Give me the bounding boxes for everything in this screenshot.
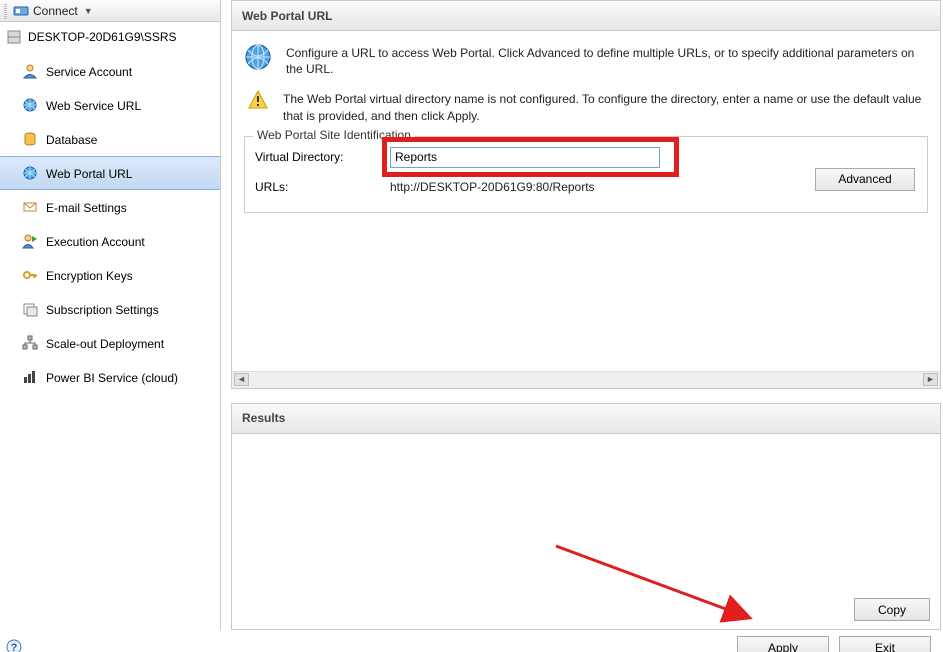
virtual-directory-input[interactable] xyxy=(390,147,660,168)
apply-button[interactable]: Apply xyxy=(737,636,829,652)
globe-icon xyxy=(244,43,272,71)
sidebar-item-subscription-settings[interactable]: Subscription Settings xyxy=(0,292,220,326)
exit-button[interactable]: Exit xyxy=(839,636,931,652)
urls-label: URLs: xyxy=(255,180,390,194)
user-run-icon xyxy=(22,233,38,249)
sidebar-item-label: Encryption Keys xyxy=(46,269,133,283)
sidebar-item-label: Database xyxy=(46,133,97,147)
main-panel: Web Portal URL Configure a URL to access… xyxy=(231,0,941,389)
sidebar-item-web-portal-url[interactable]: Web Portal URL xyxy=(0,156,220,190)
sidebar-item-encryption-keys[interactable]: Encryption Keys xyxy=(0,258,220,292)
fieldset-legend: Web Portal Site Identification xyxy=(253,128,415,142)
globe-icon xyxy=(22,165,38,181)
connect-menu[interactable]: Connect ▼ xyxy=(0,0,220,22)
mail-icon xyxy=(22,199,38,215)
user-icon xyxy=(22,63,38,79)
scaleout-icon xyxy=(22,335,38,351)
sidebar-item-service-account[interactable]: Service Account xyxy=(0,54,220,88)
sidebar-item-label: E-mail Settings xyxy=(46,201,127,215)
sidebar-item-label: Service Account xyxy=(46,65,132,79)
main-panel-title: Web Portal URL xyxy=(232,1,940,31)
horizontal-scrollbar[interactable]: ◄ ► xyxy=(232,371,940,388)
sidebar-item-email-settings[interactable]: E-mail Settings xyxy=(0,190,220,224)
sidebar-item-label: Subscription Settings xyxy=(46,303,159,317)
site-identification-group: Web Portal Site Identification Virtual D… xyxy=(244,136,928,213)
sidebar: Connect ▼ DESKTOP-20D61G9\SSRS Service A… xyxy=(0,0,221,630)
warning-text: The Web Portal virtual directory name is… xyxy=(283,89,928,123)
copy-button[interactable]: Copy xyxy=(854,598,930,621)
sidebar-item-label: Execution Account xyxy=(46,235,145,249)
sidebar-item-scale-out-deployment[interactable]: Scale-out Deployment xyxy=(0,326,220,360)
connect-label: Connect xyxy=(33,4,78,18)
server-name: DESKTOP-20D61G9\SSRS xyxy=(28,30,177,44)
content-area: Web Portal URL Configure a URL to access… xyxy=(221,0,943,630)
intro-text: Configure a URL to access Web Portal. Cl… xyxy=(286,43,928,77)
database-icon xyxy=(22,131,38,147)
sidebar-item-database[interactable]: Database xyxy=(0,122,220,156)
sidebar-item-label: Web Portal URL xyxy=(46,167,132,181)
sidebar-item-label: Scale-out Deployment xyxy=(46,337,164,351)
scroll-left-icon[interactable]: ◄ xyxy=(234,373,249,386)
sidebar-item-label: Web Service URL xyxy=(46,99,141,113)
navigation-tree: DESKTOP-20D61G9\SSRS Service Account Web… xyxy=(0,22,220,630)
sidebar-item-label: Power BI Service (cloud) xyxy=(46,371,178,385)
urls-value: http://DESKTOP-20D61G9:80/Reports xyxy=(390,180,595,194)
chart-icon xyxy=(22,369,38,385)
footer: ? Apply Exit xyxy=(0,630,943,652)
connect-icon xyxy=(13,3,29,19)
sidebar-item-power-bi-service[interactable]: Power BI Service (cloud) xyxy=(0,360,220,394)
help-icon[interactable]: ? xyxy=(6,639,22,652)
scroll-right-icon[interactable]: ► xyxy=(923,373,938,386)
sidebar-item-web-service-url[interactable]: Web Service URL xyxy=(0,88,220,122)
results-title: Results xyxy=(232,404,940,434)
globe-icon xyxy=(22,97,38,113)
results-panel: Results Copy xyxy=(231,403,941,630)
svg-text:?: ? xyxy=(11,642,18,652)
chevron-down-icon: ▼ xyxy=(84,6,93,16)
key-icon xyxy=(22,267,38,283)
warning-icon xyxy=(247,89,269,111)
subscription-icon xyxy=(22,301,38,317)
server-node[interactable]: DESKTOP-20D61G9\SSRS xyxy=(0,26,220,48)
advanced-button[interactable]: Advanced xyxy=(815,168,915,191)
virtual-directory-label: Virtual Directory: xyxy=(255,150,390,164)
server-icon xyxy=(6,29,22,45)
sidebar-item-execution-account[interactable]: Execution Account xyxy=(0,224,220,258)
